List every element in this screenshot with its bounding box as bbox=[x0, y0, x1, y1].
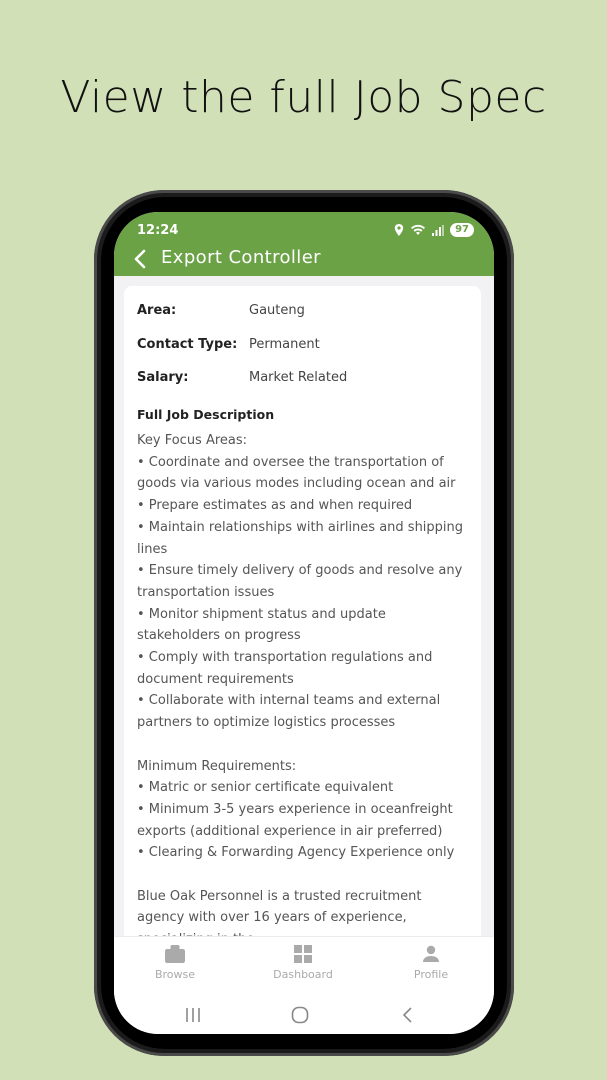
dashboard-icon bbox=[294, 945, 312, 963]
nav-browse-label: Browse bbox=[154, 968, 196, 981]
requirements-title: Minimum Requirements: bbox=[137, 758, 297, 774]
requirement-item: • Clearing & Forwarding Agency Experienc… bbox=[137, 845, 455, 861]
focus-item: • Maintain relationships with airlines a… bbox=[137, 519, 464, 557]
focus-item: • Ensure timely delivery of goods and re… bbox=[137, 563, 463, 600]
focus-item: • Collaborate with internal teams and ex… bbox=[137, 693, 441, 731]
briefcase-icon bbox=[165, 945, 185, 963]
nav-profile[interactable]: Profile bbox=[376, 945, 486, 981]
contact-type-label: Contact Type: bbox=[137, 337, 238, 352]
focus-item: • Prepare estimates as and when required bbox=[137, 498, 413, 514]
area-label: Area: bbox=[137, 303, 177, 318]
job-description: Key Focus Areas: • Coordinate and overse… bbox=[137, 430, 472, 936]
requirement-item: • Minimum 3-5 years experience in oceanf… bbox=[137, 801, 453, 839]
back-nav-icon[interactable] bbox=[399, 1006, 417, 1024]
focus-item: • Monitor shipment status and update sta… bbox=[137, 606, 386, 644]
status-time: 12:24 bbox=[137, 223, 179, 238]
company-blurb: Blue Oak Personnel is a trusted recruitm… bbox=[137, 888, 422, 936]
back-arrow-icon[interactable] bbox=[132, 248, 150, 270]
focus-item: • Comply with transportation regulations… bbox=[137, 650, 433, 687]
page-title: Export Controller bbox=[161, 247, 321, 268]
nav-dashboard-label: Dashboard bbox=[273, 968, 333, 981]
home-icon[interactable] bbox=[291, 1006, 309, 1024]
person-icon bbox=[423, 945, 439, 962]
headline: View the full Job Spec bbox=[60, 72, 547, 123]
app-bar: 12:24 97 Export Controller bbox=[114, 212, 494, 276]
area-value: Gauteng bbox=[249, 303, 305, 318]
salary-value: Market Related bbox=[249, 370, 348, 385]
wifi-icon bbox=[411, 224, 426, 235]
status-icons: 97 bbox=[394, 223, 474, 237]
job-spec-content[interactable]: Area: Gauteng Contact Type: Permanent Sa… bbox=[114, 276, 494, 936]
location-icon bbox=[394, 224, 404, 236]
nav-profile-label: Profile bbox=[413, 968, 449, 981]
job-details-card: Area: Gauteng Contact Type: Permanent Sa… bbox=[124, 286, 481, 936]
nav-browse[interactable]: Browse bbox=[120, 945, 230, 981]
focus-item: • Coordinate and oversee the transportat… bbox=[137, 454, 456, 492]
system-nav-bar bbox=[114, 996, 494, 1034]
nav-dashboard[interactable]: Dashboard bbox=[248, 945, 358, 981]
description-heading: Full Job Description bbox=[137, 407, 275, 422]
focus-title: Key Focus Areas: bbox=[137, 433, 248, 448]
contact-type-value: Permanent bbox=[249, 337, 320, 352]
bottom-nav: Browse Dashboard Profile bbox=[114, 936, 494, 997]
requirement-item: • Matric or senior certificate equivalen… bbox=[137, 780, 394, 796]
phone-screen: 12:24 97 Export Controller Area: Gauteng… bbox=[114, 212, 494, 1034]
battery-indicator: 97 bbox=[450, 223, 474, 237]
salary-label: Salary: bbox=[137, 370, 189, 385]
signal-icon bbox=[432, 224, 445, 236]
recent-apps-icon[interactable] bbox=[184, 1006, 202, 1024]
